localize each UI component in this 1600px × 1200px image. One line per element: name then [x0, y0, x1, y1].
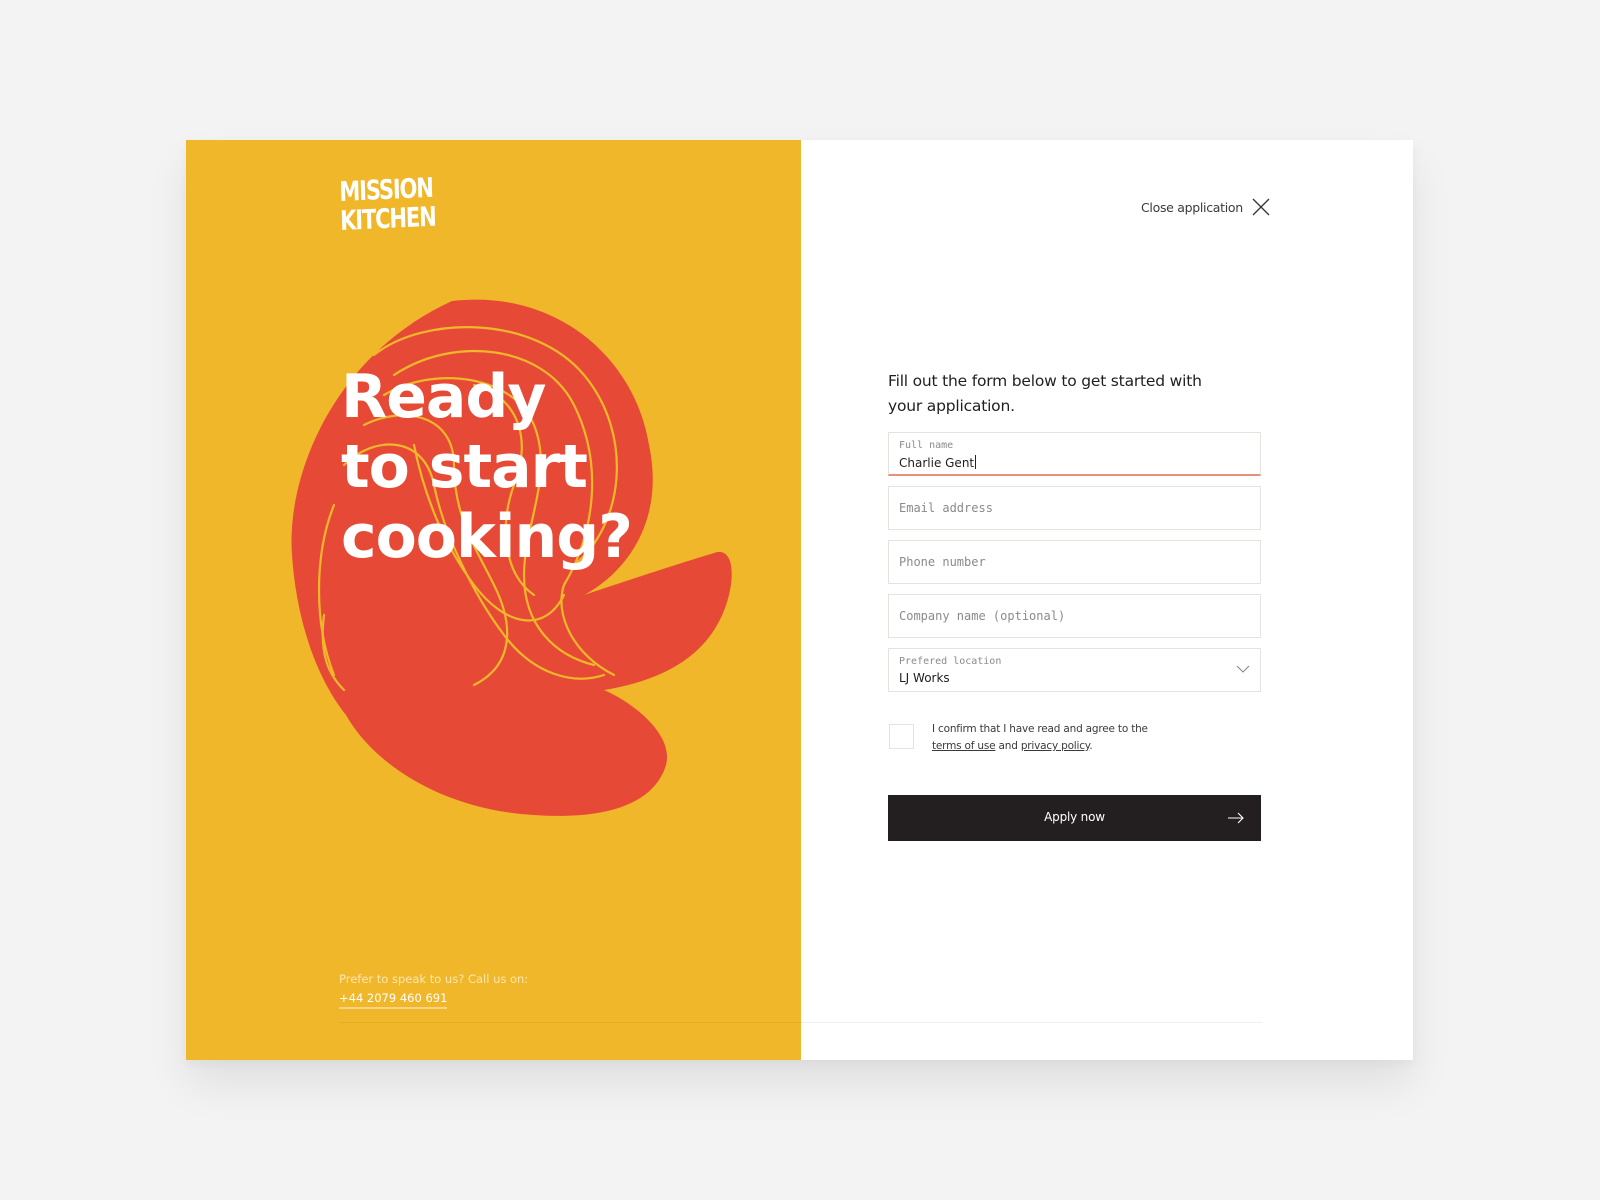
call-prompt: Prefer to speak to us? Call us on:: [339, 972, 529, 986]
full-name-field[interactable]: Full name Charlie Gent: [888, 432, 1261, 476]
close-application-label: Close application: [1141, 199, 1243, 215]
location-label: Prefered location: [899, 656, 1002, 667]
email-field[interactable]: Email address: [888, 486, 1261, 530]
email-placeholder: Email address: [899, 501, 993, 515]
consent-checkbox[interactable]: [889, 724, 914, 749]
mission-kitchen-logo: MISSION KITCHEN: [339, 173, 436, 237]
logo-line-2: KITCHEN: [339, 201, 436, 237]
apply-now-button[interactable]: Apply now: [888, 795, 1261, 841]
location-value: LJ Works: [899, 671, 950, 685]
full-name-text: Charlie Gent: [899, 456, 975, 470]
headline-line-1: Ready: [341, 362, 546, 432]
phone-field[interactable]: Phone number: [888, 540, 1261, 584]
privacy-policy-link[interactable]: privacy policy: [1021, 740, 1090, 752]
close-icon: [1252, 198, 1270, 216]
text-caret: [975, 455, 977, 469]
phone-placeholder: Phone number: [899, 555, 986, 569]
brand-panel: MISSION KITCHEN Ready to start cooking? …: [186, 140, 801, 1060]
chevron-down-icon: [1236, 665, 1250, 673]
hero-headline: Ready to start cooking?: [341, 362, 633, 572]
apply-now-label: Apply now: [1044, 810, 1105, 824]
location-select[interactable]: Prefered location LJ Works: [888, 648, 1261, 692]
consent-period: .: [1089, 740, 1093, 752]
consent-label: I confirm that I have read and agree to …: [932, 723, 1148, 735]
close-application-button[interactable]: Close application: [1141, 197, 1271, 217]
full-name-value: Charlie Gent: [899, 455, 977, 470]
headline-line-3: cooking?: [341, 502, 633, 572]
company-placeholder: Company name (optional): [899, 609, 1066, 623]
form-intro: Fill out the form below to get started w…: [888, 372, 1202, 415]
company-field[interactable]: Company name (optional): [888, 594, 1261, 638]
arrow-right-icon: [1228, 812, 1244, 824]
application-card: MISSION KITCHEN Ready to start cooking? …: [186, 140, 1413, 1060]
consent-text: I confirm that I have read and agree to …: [932, 721, 1192, 755]
phone-link[interactable]: +44 2079 460 691: [339, 991, 448, 1009]
headline-line-2: to start: [341, 432, 588, 502]
full-name-label: Full name: [899, 440, 954, 451]
consent-and: and: [998, 740, 1018, 752]
terms-of-use-link[interactable]: terms of use: [932, 740, 996, 752]
footer-divider: [339, 1022, 1262, 1023]
